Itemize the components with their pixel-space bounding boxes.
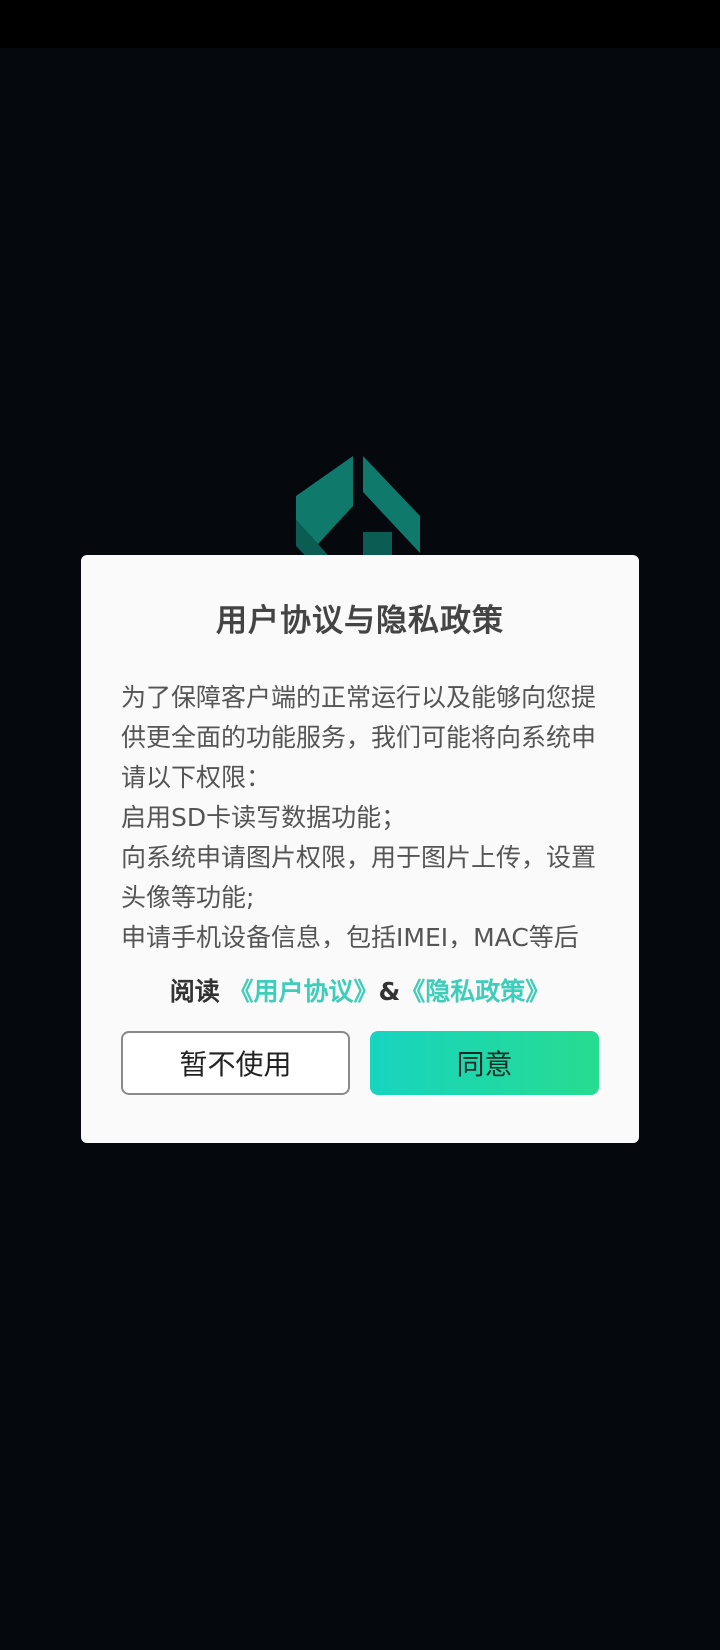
agree-button-label: 同意 <box>456 1048 513 1081</box>
dialog-body-scroll[interactable]: 为了保障客户端的正常运行以及能够向您提供更全面的功能服务，我们可能将向系统申请以… <box>121 678 599 948</box>
body-line: 为了保障客户端的正常运行以及能够向您提供更全面的功能服务，我们可能将向系统申请以… <box>121 683 597 792</box>
decline-button-label: 暂不使用 <box>179 1048 292 1081</box>
privacy-dialog: 用户协议与隐私政策 为了保障客户端的正常运行以及能够向您提供更全面的功能服务，我… <box>81 555 639 1143</box>
status-bar <box>0 0 720 48</box>
user-agreement-link[interactable]: 《用户协议》 <box>228 977 378 1006</box>
body-line: 申请手机设备信息，包括IMEI，MAC等后 <box>121 923 579 948</box>
read-prefix: 阅读 <box>169 977 220 1006</box>
body-line: 启用SD卡读写数据功能； <box>121 803 407 832</box>
ampersand: & <box>378 977 401 1006</box>
body-line: 向系统申请图片权限，用于图片上传，设置头像等功能; <box>121 843 597 912</box>
dialog-title: 用户协议与隐私政策 <box>216 603 504 639</box>
agree-button[interactable]: 同意 <box>370 1031 599 1095</box>
privacy-policy-link[interactable]: 《隐私政策》 <box>400 977 550 1006</box>
decline-button[interactable]: 暂不使用 <box>121 1031 350 1095</box>
read-agreements-line: 阅读 《用户协议》&《隐私政策》 <box>81 972 639 1008</box>
